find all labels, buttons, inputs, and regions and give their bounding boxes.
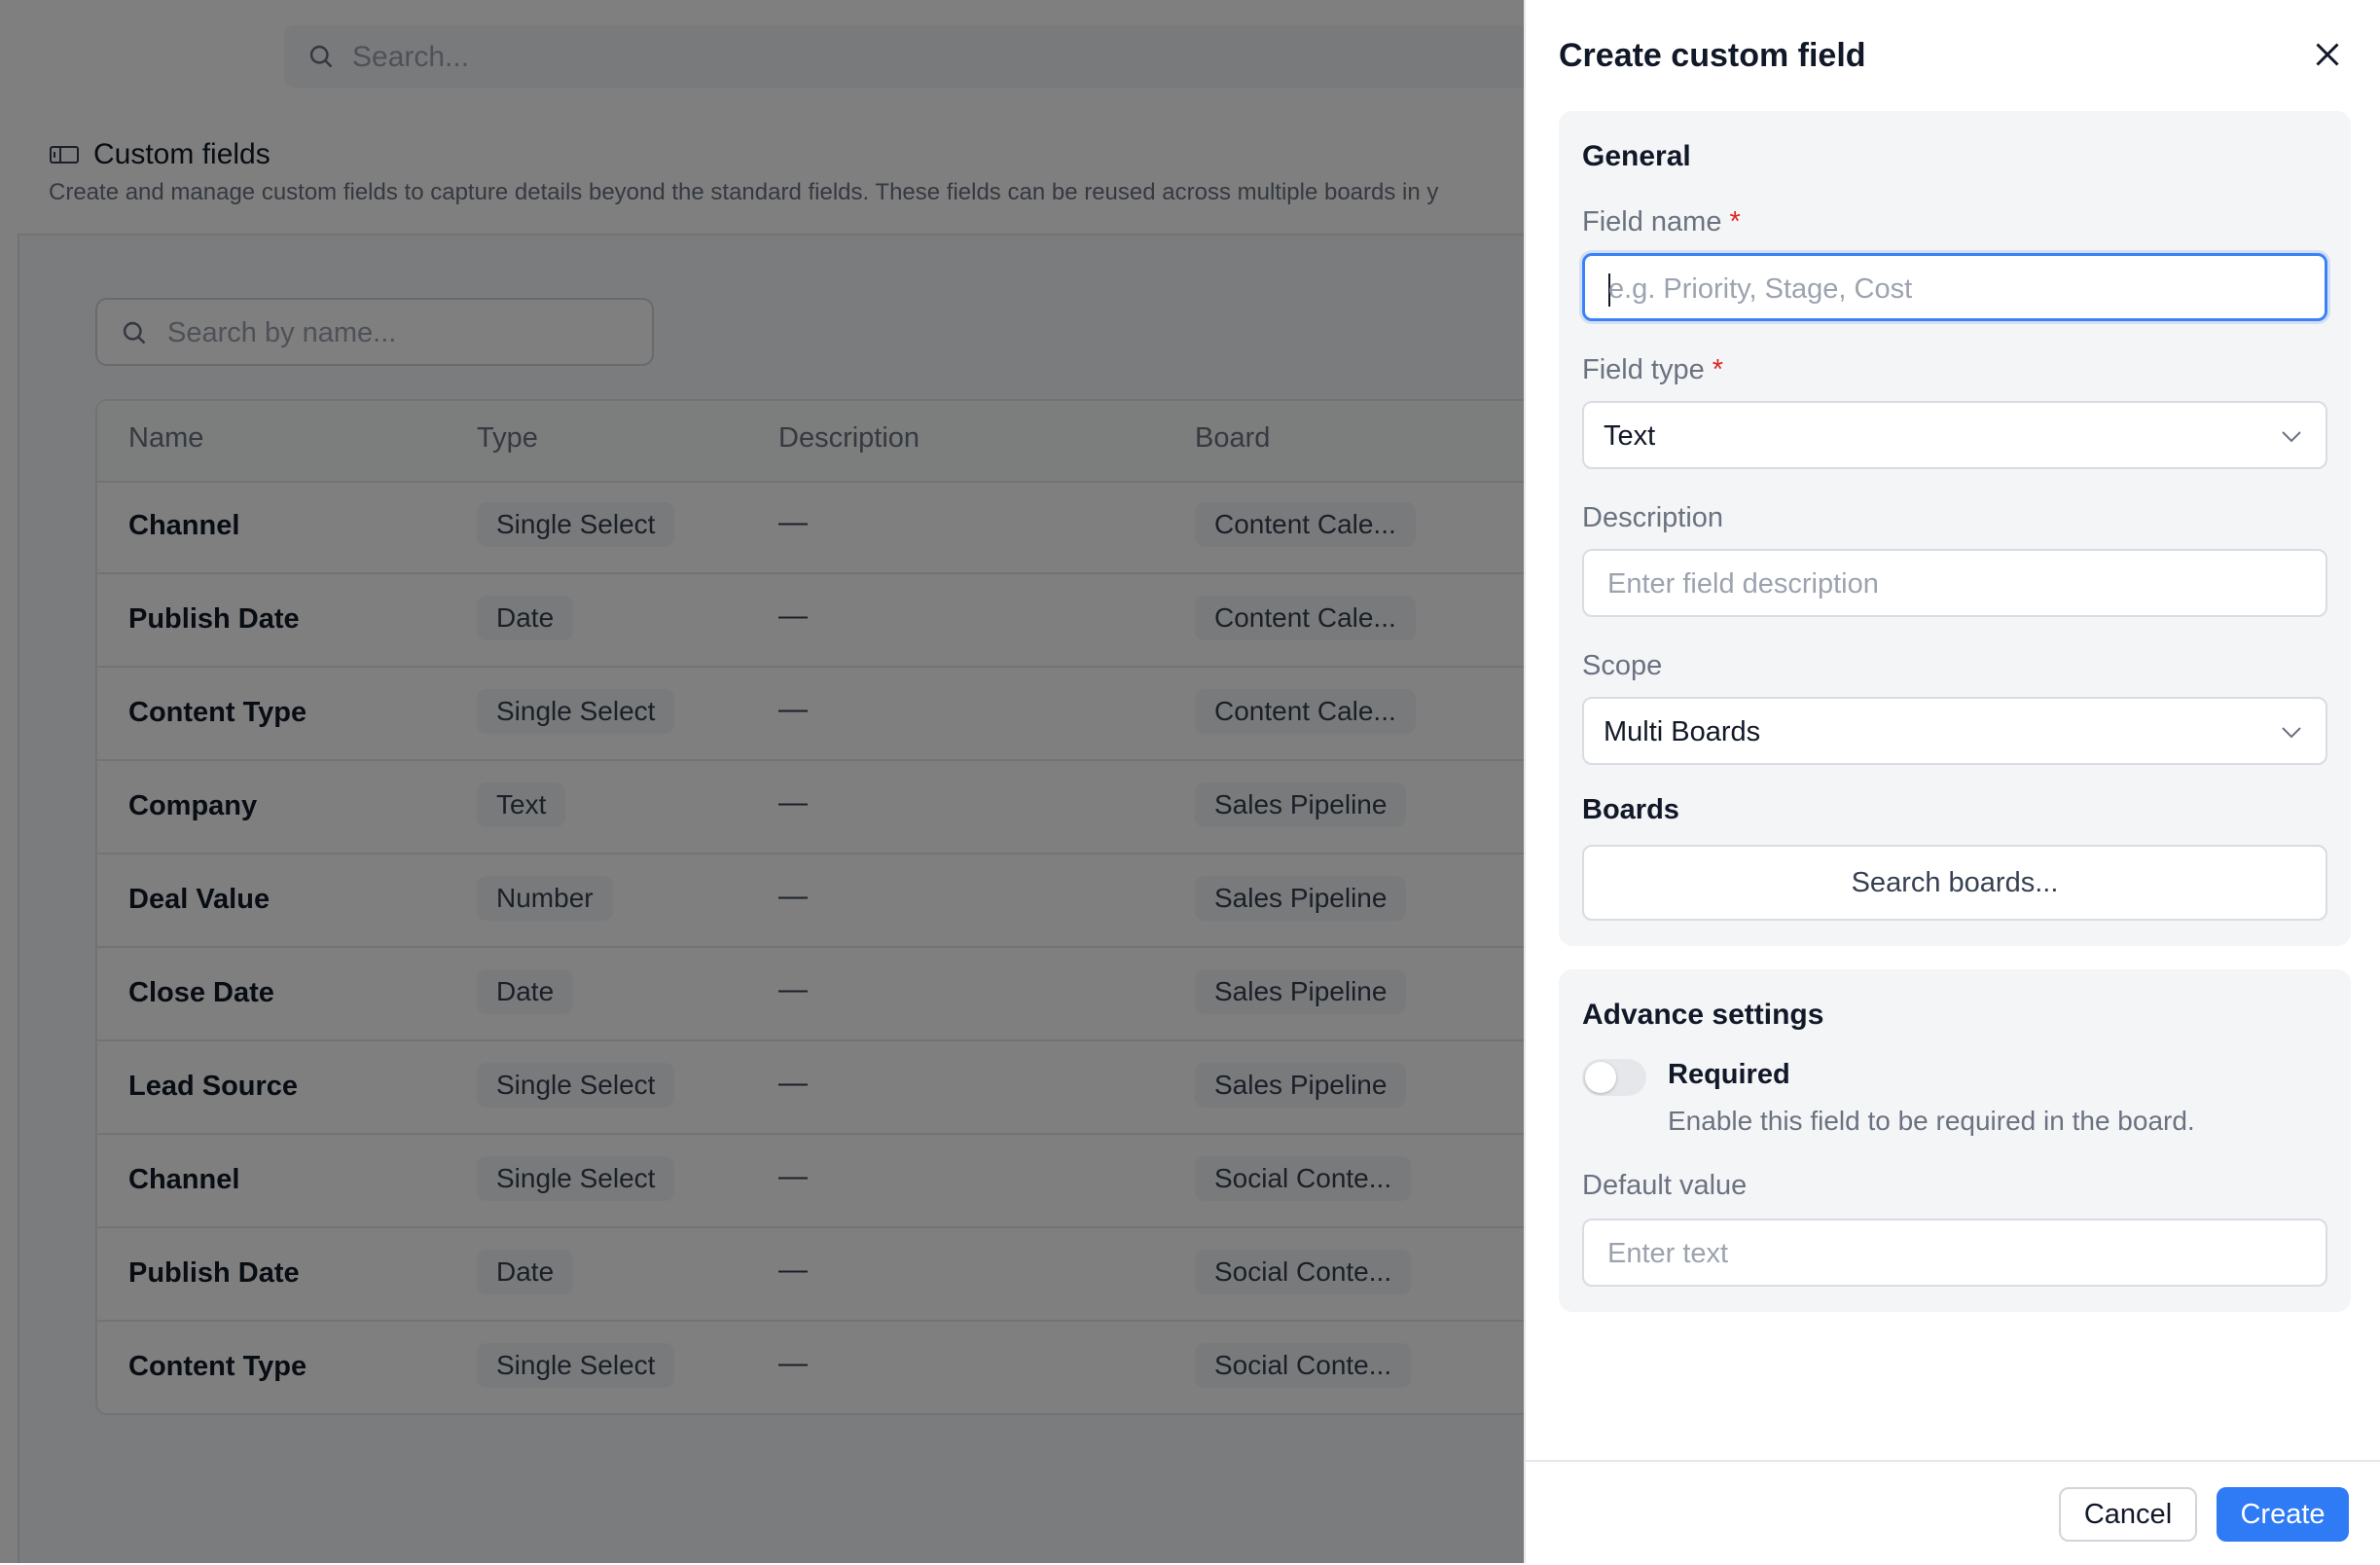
- required-description: Enable this field to be required in the …: [1668, 1106, 2195, 1136]
- field-name-label: Field name *: [1582, 206, 1741, 238]
- field-type-value: Text: [1604, 420, 1656, 452]
- scope-label: Scope: [1582, 650, 1663, 681]
- drawer-footer: Cancel Create: [1526, 1460, 2380, 1565]
- field-type-select[interactable]: Text: [1582, 401, 2327, 469]
- description-input[interactable]: Enter field description: [1582, 549, 2327, 617]
- field-type-label: Field type *: [1582, 354, 1723, 386]
- description-placeholder: Enter field description: [1607, 568, 1879, 600]
- general-section: General Field name * e.g. Priority, Stag…: [1559, 111, 2351, 946]
- default-value-placeholder: Enter text: [1607, 1238, 1729, 1269]
- create-button[interactable]: Create: [2217, 1487, 2349, 1542]
- description-label: Description: [1582, 502, 1724, 533]
- required-toggle[interactable]: [1582, 1059, 1646, 1096]
- field-name-label-text: Field name: [1582, 206, 1722, 237]
- close-icon[interactable]: [2310, 37, 2345, 72]
- toggle-knob: [1585, 1062, 1616, 1093]
- drawer-title: Create custom field: [1559, 37, 1866, 74]
- search-boards-button[interactable]: Search boards...: [1582, 845, 2327, 921]
- scope-select[interactable]: Multi Boards: [1582, 697, 2327, 765]
- create-custom-field-drawer: Create custom field General Field name *…: [1524, 0, 2380, 1563]
- default-value-input[interactable]: Enter text: [1582, 1219, 2327, 1287]
- field-name-placeholder: e.g. Priority, Stage, Cost: [1608, 273, 1913, 305]
- cancel-button[interactable]: Cancel: [2059, 1487, 2197, 1542]
- field-type-label-text: Field type: [1582, 354, 1705, 385]
- chevron-down-icon: [2282, 727, 2301, 739]
- chevron-down-icon: [2282, 431, 2301, 443]
- scope-value: Multi Boards: [1604, 716, 1761, 747]
- boards-label: Boards: [1582, 794, 1679, 825]
- advance-settings-section: Advance settings Required Enable this fi…: [1559, 969, 2351, 1312]
- required-asterisk: *: [1712, 354, 1724, 385]
- required-asterisk: *: [1729, 206, 1741, 237]
- field-name-input[interactable]: e.g. Priority, Stage, Cost: [1582, 253, 2327, 321]
- advance-settings-title: Advance settings: [1582, 999, 1824, 1031]
- general-section-title: General: [1582, 140, 1691, 172]
- default-value-label: Default value: [1582, 1170, 1748, 1201]
- required-label: Required: [1668, 1059, 1790, 1090]
